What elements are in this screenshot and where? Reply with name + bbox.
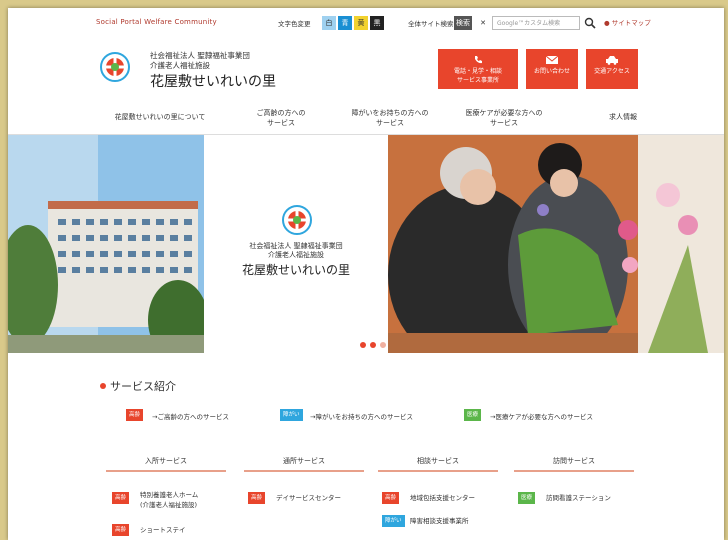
consultation-label-2: サービス事業所 — [456, 77, 499, 84]
tag-elderly: 高齢 — [248, 492, 266, 504]
color-black-button[interactable]: 黒 — [370, 16, 384, 30]
hero-slider[interactable]: 社会福祉法人 聖隷福祉事業団 介護老人福祉施設 花屋敷せいれいの里 — [8, 135, 724, 353]
column-rule — [244, 470, 364, 472]
services-heading: サービス紹介 — [110, 380, 176, 393]
tag-elderly: 高齢 — [112, 492, 130, 504]
building-photo — [8, 135, 204, 353]
tag-elderly: 高齢 — [126, 409, 144, 421]
service-item-day-service[interactable]: デイサービスセンター — [276, 493, 341, 503]
color-blue-button[interactable]: 青 — [338, 16, 352, 30]
nav-label: 障がいをお持ちの方への — [351, 109, 429, 117]
link-medical-services[interactable]: →医療ケアが必要な方へのサービス — [490, 411, 593, 421]
slider-dot-2[interactable] — [370, 342, 376, 348]
car-icon — [606, 56, 618, 65]
contact-button[interactable]: お問い合わせ — [526, 49, 578, 89]
logo-icon[interactable] — [100, 52, 130, 82]
nav-item-about[interactable]: 花屋敷せいれいの里について — [100, 112, 220, 122]
main-nav: 花屋敷せいれいの里について ご高齢の方への サービス 障がいをお持ちの方への サ… — [8, 108, 724, 136]
nav-item-recruit[interactable]: 求人情報 — [598, 112, 648, 122]
column-rule — [378, 470, 498, 472]
site-title[interactable]: 花屋敷せいれいの里 — [150, 71, 276, 91]
facility-type: 介護老人福祉施設 — [150, 61, 210, 70]
nav-item-medical[interactable]: 医療ケアが必要な方への サービス — [454, 108, 554, 128]
column-title-daycare: 通所サービス — [283, 457, 325, 465]
column-rule — [106, 470, 226, 472]
link-elderly-services[interactable]: →ご高齢の方へのサービス — [152, 411, 229, 421]
column-title-residential: 入所サービス — [145, 457, 187, 465]
service-item-disability-support[interactable]: 障害相談支援事業所 — [410, 516, 469, 526]
site-search-button[interactable]: 検索 — [454, 16, 472, 30]
tag-disabled: 障がい — [280, 409, 303, 421]
logo-icon — [282, 205, 312, 235]
nav-item-disabled[interactable]: 障がいをお持ちの方への サービス — [340, 108, 440, 128]
column-title-consultation: 相談サービス — [417, 457, 459, 465]
browser-page: Social Portal Welfare Community 文字色変更 白 … — [8, 8, 724, 540]
tag-elderly: 高齢 — [112, 524, 130, 536]
service-item-short-stay[interactable]: ショートステイ — [140, 525, 186, 535]
service-item-nursing-home[interactable]: 特別養護老人ホーム (介護老人福祉施設) — [140, 490, 198, 510]
section-bullet — [100, 383, 106, 389]
search-icon[interactable] — [584, 16, 596, 30]
hero-title: 花屋敷せいれいの里 — [241, 263, 350, 277]
service-item-visiting-nurse[interactable]: 訪問看護ステーション — [546, 493, 611, 503]
phone-icon — [475, 56, 482, 64]
hero-caption-panel: 社会福祉法人 聖隷福祉事業団 介護老人福祉施設 花屋敷せいれいの里 — [204, 135, 388, 353]
slider-dot-1[interactable] — [360, 342, 366, 348]
color-yellow-button[interactable]: 黄 — [354, 16, 368, 30]
service-item-label: 特別養護老人ホーム — [140, 491, 199, 499]
tagline: Social Portal Welfare Community — [96, 18, 217, 26]
nav-label: 求人情報 — [609, 113, 637, 121]
close-icon[interactable]: ✕ — [476, 16, 490, 30]
access-button[interactable]: 交通アクセス — [586, 49, 638, 89]
sitemap-link[interactable]: ● サイトマップ — [604, 17, 651, 27]
column-rule — [514, 470, 634, 472]
slider-dot-3[interactable] — [380, 342, 386, 348]
contact-label: お問い合わせ — [533, 68, 570, 75]
nav-label: 花屋敷せいれいの里について — [114, 113, 206, 121]
flower-arrangement-photo — [388, 135, 724, 353]
nav-label: 医療ケアが必要な方への — [465, 109, 543, 117]
hero-facility-type: 介護老人福祉施設 — [268, 251, 324, 259]
nav-label: サービス — [376, 119, 404, 127]
nav-item-elderly[interactable]: ご高齢の方への サービス — [236, 108, 326, 128]
site-search-label: 全体サイト検索 — [408, 20, 454, 28]
link-disabled-services[interactable]: →障がいをお持ちの方へのサービス — [310, 411, 413, 421]
color-change-label: 文字色変更 — [278, 20, 311, 28]
color-white-button[interactable]: 白 — [322, 16, 336, 30]
consultation-label-1: 電話・見学・相談 — [453, 68, 502, 75]
tag-medical: 医療 — [464, 409, 482, 421]
tag-disabled: 障がい — [382, 515, 405, 527]
access-label: 交通アクセス — [594, 68, 630, 75]
search-input[interactable]: Google™カスタム検索 — [492, 16, 580, 30]
utility-bar: Social Portal Welfare Community 文字色変更 白 … — [8, 14, 724, 34]
service-item-sublabel: (介護老人福祉施設) — [140, 501, 198, 509]
service-item-community-center[interactable]: 地域包括支援センター — [410, 493, 475, 503]
column-title-visiting: 訪問サービス — [553, 457, 595, 465]
tag-elderly: 高齢 — [382, 492, 400, 504]
nav-label: ご高齢の方への — [256, 109, 306, 117]
tag-medical: 医療 — [518, 492, 536, 504]
nav-label: サービス — [490, 119, 518, 127]
consultation-button[interactable]: 電話・見学・相談 サービス事業所 — [438, 49, 518, 89]
nav-label: サービス — [267, 119, 295, 127]
mail-icon — [545, 55, 559, 64]
